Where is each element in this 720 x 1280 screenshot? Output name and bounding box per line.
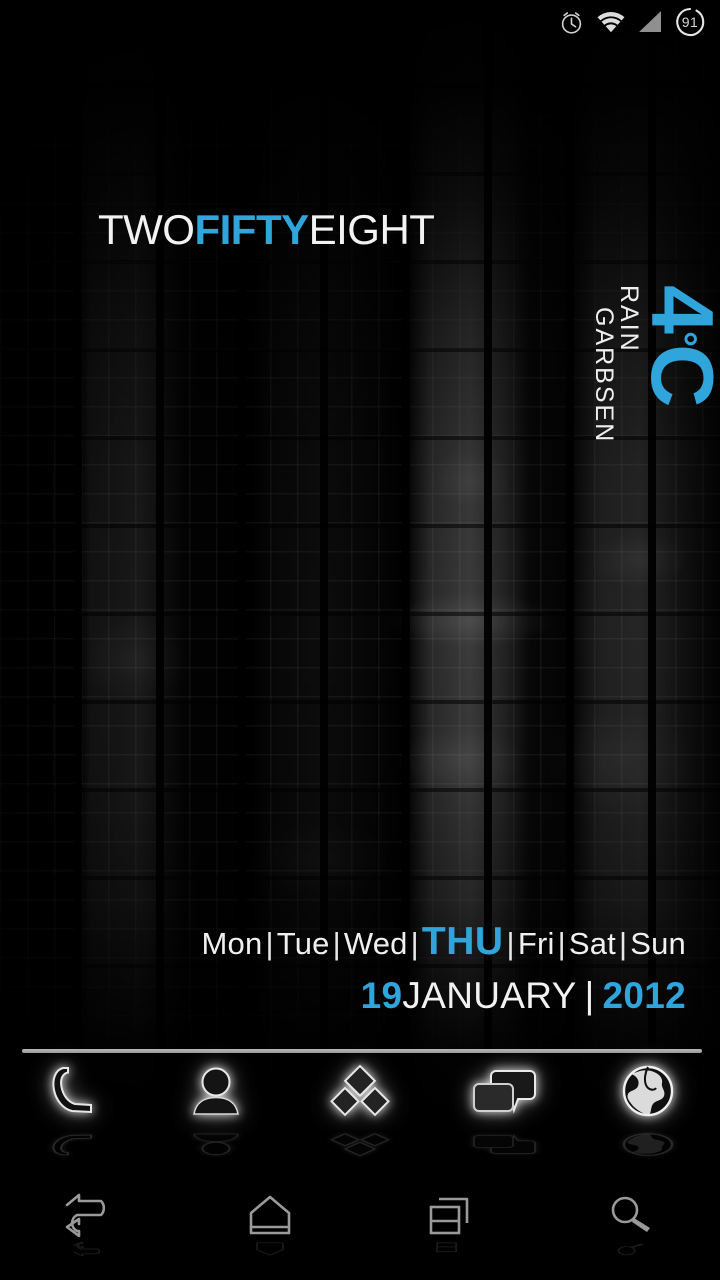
cell-signal-icon <box>637 10 663 34</box>
weather-degree-symbol: ° <box>660 330 704 344</box>
dock-item-messaging[interactable] <box>432 1068 576 1168</box>
weather-temperature: 4°C <box>633 285 720 405</box>
recent-apps-icon <box>429 1197 469 1234</box>
nav-button-search[interactable] <box>540 1176 720 1280</box>
globe-icon-reflection <box>622 1133 674 1156</box>
speech-bubbles-icon <box>473 1070 536 1114</box>
weekday-sat: Sat <box>568 925 616 961</box>
dock-item-app-drawer[interactable] <box>288 1064 432 1168</box>
person-icon <box>193 1067 239 1115</box>
dock-divider <box>22 1049 702 1053</box>
full-date-row: 19JANUARY | 2012 <box>202 974 686 1018</box>
weather-widget[interactable]: 4°C RAIN GARBSEN <box>590 285 720 535</box>
nav-button-back[interactable] <box>0 1176 180 1280</box>
back-arrow-icon-reflection <box>73 1241 101 1256</box>
weekday-separator: | <box>506 925 515 961</box>
diamonds-grid-icon-reflection <box>330 1133 390 1157</box>
dock-item-contacts[interactable] <box>144 1067 288 1168</box>
globe-icon <box>622 1065 674 1117</box>
weekday-separator: | <box>265 925 274 961</box>
weekday-mon: Mon <box>201 925 263 961</box>
weather-temp-value: 4 <box>633 285 720 331</box>
person-icon-reflection <box>193 1133 239 1156</box>
phone-handset-icon <box>52 1067 92 1114</box>
weekday-thu-active: THU <box>421 919 504 963</box>
battery-level-text: 91 <box>681 14 699 30</box>
nav-button-recents[interactable] <box>360 1176 540 1280</box>
android-home-screen: 91 TWO FIFTY EIGHT 4°C RAIN GARBSEN Mon|… <box>0 0 720 1280</box>
diamonds-grid-icon <box>330 1064 390 1117</box>
dock <box>0 1064 720 1168</box>
home-icon <box>249 1195 291 1234</box>
search-icon-reflection <box>617 1242 644 1255</box>
dock-item-browser[interactable] <box>576 1065 720 1168</box>
search-icon <box>611 1196 650 1232</box>
dock-item-phone[interactable] <box>0 1067 144 1168</box>
clock-minute-ones: EIGHT <box>308 206 435 253</box>
phone-handset-icon-reflection <box>52 1134 92 1156</box>
speech-bubbles-icon-reflection <box>473 1134 536 1154</box>
weekday-row: Mon|Tue|Wed|THU|Fri|Sat|Sun <box>202 918 686 967</box>
weekday-separator: | <box>618 925 628 961</box>
weekday-separator: | <box>410 925 419 961</box>
weekday-fri: Fri <box>517 925 555 961</box>
alarm-clock-icon <box>558 9 585 36</box>
back-arrow-icon <box>65 1193 106 1237</box>
navigation-bar <box>0 1176 720 1280</box>
wifi-icon <box>596 10 626 34</box>
date-day-number: 19 <box>360 974 403 1016</box>
weekday-sun: Sun <box>630 925 686 961</box>
clock-hour-word: TWO <box>98 206 195 253</box>
weather-temp-unit: C <box>633 343 720 405</box>
date-widget[interactable]: Mon|Tue|Wed|THU|Fri|Sat|Sun 19JANUARY | 20… <box>202 918 686 1018</box>
weekday-separator: | <box>557 925 566 961</box>
weekday-separator: | <box>332 925 341 961</box>
weekday-wed: Wed <box>343 925 408 961</box>
status-bar[interactable]: 91 <box>0 0 720 44</box>
weather-location-label: GARBSEN <box>590 307 619 444</box>
word-clock-widget[interactable]: TWO FIFTY EIGHT <box>98 206 435 253</box>
home-icon-reflection <box>256 1241 284 1256</box>
date-year: 2012 <box>602 974 686 1016</box>
battery-circle-icon: 91 <box>674 6 706 38</box>
nav-button-home[interactable] <box>180 1176 360 1280</box>
recent-apps-icon-reflection <box>436 1241 458 1252</box>
weekday-tue: Tue <box>276 925 330 961</box>
clock-minute-tens: FIFTY <box>194 206 309 253</box>
date-month: JANUARY <box>402 974 577 1016</box>
date-separator: | <box>584 974 595 1016</box>
